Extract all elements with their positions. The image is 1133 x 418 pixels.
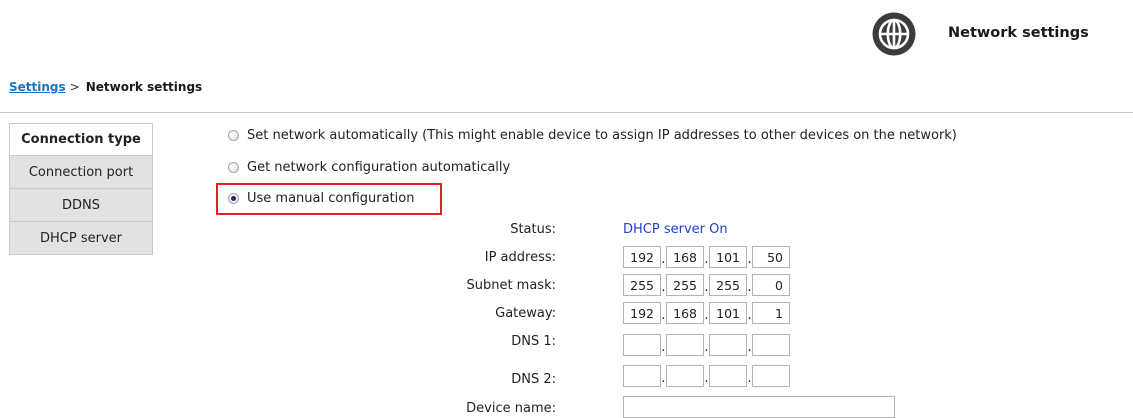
subnet-mask-label: Subnet mask: [466,278,556,293]
gateway-field: . . . [623,302,790,324]
dns1-label: DNS 1: [511,334,556,349]
tab-ddns[interactable]: DDNS [9,189,153,222]
dns2-octet-1[interactable] [623,365,661,387]
page-title: Network settings [948,25,1089,41]
option-set-network-automatically[interactable]: Set network automatically (This might en… [228,128,957,143]
gateway-octet-2[interactable] [666,302,704,324]
gateway-octet-3[interactable] [709,302,747,324]
tab-dhcp-server[interactable]: DHCP server [9,222,153,255]
radio-button[interactable] [228,130,239,141]
status-value: DHCP server On [623,222,728,237]
status-label: Status: [510,222,556,237]
gateway-octet-4[interactable] [752,302,790,324]
highlight-box [216,183,442,215]
dns1-field: . . . [623,334,790,356]
tab-connection-type[interactable]: Connection type [9,123,153,156]
divider [0,112,1133,113]
option-label: Set network automatically (This might en… [247,128,957,143]
breadcrumb-separator: > [69,80,80,94]
dns1-octet-3[interactable] [709,334,747,356]
subnet-mask-octet-4[interactable] [752,274,790,296]
radio-button[interactable] [228,162,239,173]
ip-address-label: IP address: [484,250,556,265]
ip-address-octet-1[interactable] [623,246,661,268]
dns2-label: DNS 2: [511,372,556,387]
dns2-octet-4[interactable] [752,365,790,387]
subnet-mask-field: . . . [623,274,790,296]
dns2-field: . . . [623,365,790,387]
dns1-octet-2[interactable] [666,334,704,356]
ip-address-octet-3[interactable] [709,246,747,268]
subnet-mask-octet-1[interactable] [623,274,661,296]
subnet-mask-octet-3[interactable] [709,274,747,296]
tab-connection-port[interactable]: Connection port [9,156,153,189]
settings-tabs: Connection type Connection port DDNS DHC… [9,123,153,255]
breadcrumb: Settings > Network settings [9,80,202,94]
globe-icon [872,12,916,56]
dns2-octet-2[interactable] [666,365,704,387]
gateway-octet-1[interactable] [623,302,661,324]
dns1-octet-1[interactable] [623,334,661,356]
ip-address-octet-2[interactable] [666,246,704,268]
ip-address-field: . . . [623,246,790,268]
breadcrumb-link-settings[interactable]: Settings [9,80,66,94]
option-label: Get network configuration automatically [247,160,511,175]
dns1-octet-4[interactable] [752,334,790,356]
device-name-label: Device name: [466,401,556,416]
breadcrumb-current: Network settings [85,80,203,94]
ip-address-octet-4[interactable] [752,246,790,268]
device-name-input[interactable] [623,396,895,418]
option-get-network-configuration[interactable]: Get network configuration automatically [228,160,510,175]
subnet-mask-octet-2[interactable] [666,274,704,296]
dns2-octet-3[interactable] [709,365,747,387]
gateway-label: Gateway: [495,306,556,321]
